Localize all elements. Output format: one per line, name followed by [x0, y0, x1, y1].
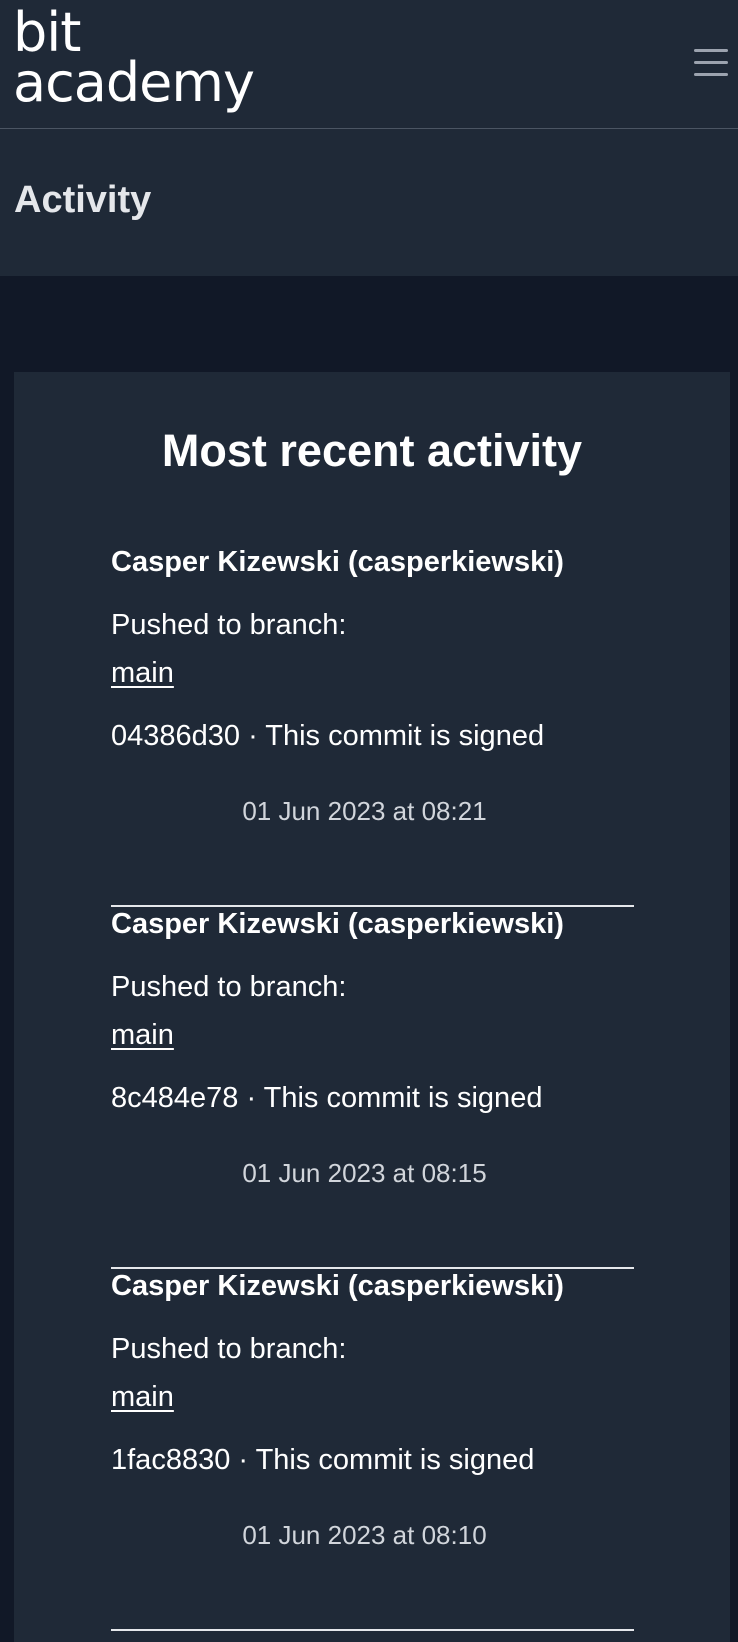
activity-timestamp: 01 Jun 2023 at 08:21	[242, 796, 487, 826]
activity-timestamp: 01 Jun 2023 at 08:10	[242, 1520, 487, 1550]
menu-bar	[694, 49, 728, 52]
activity-item: Casper Kizewski (casperkiewski) Pushed t…	[111, 907, 634, 1269]
activity-user: Casper Kizewski (casperkiewski)	[111, 1270, 564, 1302]
activity-user: Casper Kizewski (casperkiewski)	[111, 546, 564, 578]
activity-action: Pushed to branch:	[111, 971, 347, 1003]
top-navbar: bit academy	[0, 0, 738, 129]
page-header: Activity	[0, 129, 738, 276]
activity-item: Casper Kizewski (casperkiewski) Pushed t…	[111, 1269, 634, 1631]
activity-item: Casper Kizewski (casperkiewski) Pushed t…	[111, 545, 634, 907]
activity-timestamp: 01 Jun 2023 at 08:15	[242, 1158, 487, 1188]
branch-link[interactable]: main	[111, 656, 174, 691]
activity-user: Casper Kizewski (casperkiewski)	[111, 908, 564, 940]
branch-link[interactable]: main	[111, 1018, 174, 1053]
menu-bar	[694, 61, 728, 64]
commit-info: 04386d30 · This commit is signed	[111, 720, 545, 752]
activity-action: Pushed to branch:	[111, 609, 347, 641]
activity-list: Casper Kizewski (casperkiewski) Pushed t…	[111, 545, 634, 1631]
bit-academy-logo[interactable]: bit academy	[13, 6, 255, 114]
card-heading: Most recent activity	[161, 425, 583, 476]
hamburger-menu-icon[interactable]	[692, 45, 730, 79]
logo-line-2: academy	[13, 51, 255, 114]
activity-action: Pushed to branch:	[111, 1333, 347, 1365]
activity-card: Most recent activity Casper Kizewski (ca…	[14, 372, 730, 1642]
page-title: Activity	[14, 179, 152, 221]
commit-info: 1fac8830 · This commit is signed	[111, 1444, 535, 1476]
commit-info: 8c484e78 · This commit is signed	[111, 1082, 543, 1114]
menu-bar	[694, 73, 728, 76]
branch-link[interactable]: main	[111, 1380, 174, 1415]
